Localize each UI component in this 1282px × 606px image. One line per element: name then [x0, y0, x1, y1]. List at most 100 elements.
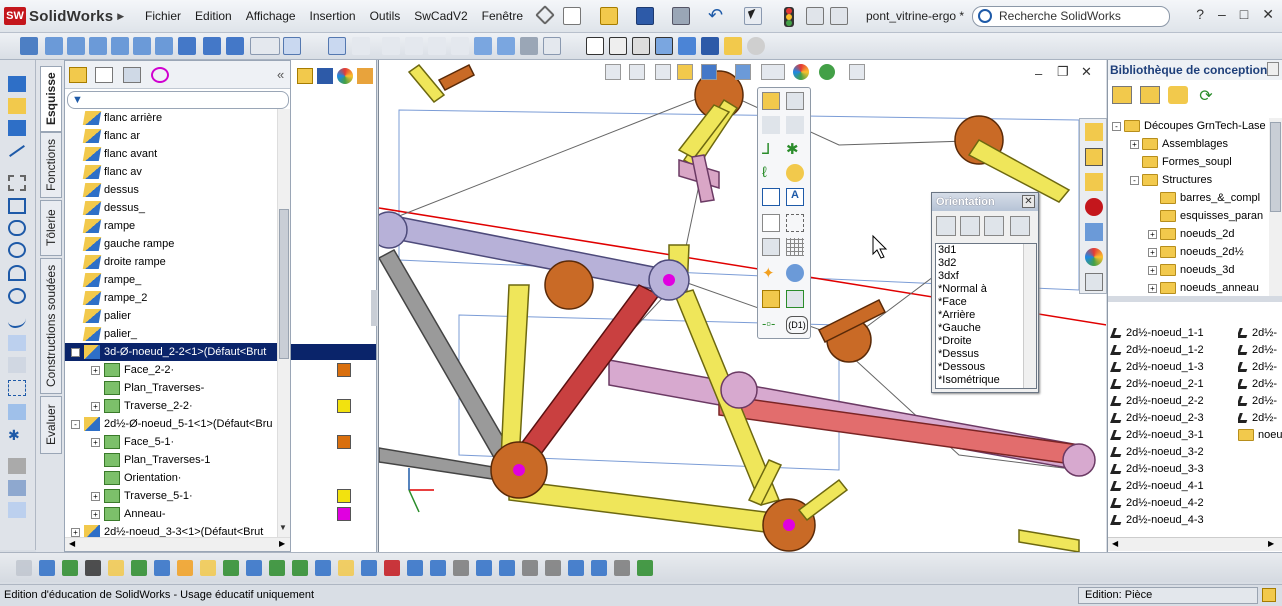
display-style-icon[interactable]	[735, 64, 751, 80]
design-library-tab-icon[interactable]	[1085, 148, 1103, 166]
view-orientation-icon[interactable]	[701, 64, 717, 80]
smart-dimension-icon[interactable]	[762, 92, 780, 110]
menu-edition[interactable]: Edition	[188, 9, 239, 23]
tree-row[interactable]: - 3d-Ø-noeud_2-2<1>(Défaut<Brut	[65, 343, 277, 361]
offset-entities-icon[interactable]	[762, 188, 780, 206]
tree-row[interactable]: + Traverse_2-2·	[65, 397, 277, 415]
expand-icon[interactable]: +	[1130, 139, 1139, 149]
tree-vertical-scrollbar[interactable]: ▼	[277, 109, 290, 537]
tree-horizontal-scrollbar[interactable]: ◀ ▶	[65, 537, 290, 551]
shadows-icon[interactable]	[701, 37, 719, 55]
library-part-item[interactable]: 2d½-	[1238, 392, 1282, 409]
vertical-dimension-icon[interactable]	[786, 92, 804, 110]
sketch-fillet-icon[interactable]	[762, 214, 780, 232]
filter-toggle-icon[interactable]	[16, 560, 32, 576]
refresh-icon[interactable]: ⟳	[1196, 86, 1216, 105]
maximize-button[interactable]: □	[1240, 6, 1248, 23]
help-status-icon[interactable]	[1262, 588, 1276, 602]
library-part-item[interactable]: 2d½-noeud_1-1	[1110, 324, 1204, 341]
hide-show-items-icon[interactable]	[761, 64, 785, 80]
ellipse-icon[interactable]	[8, 335, 26, 351]
reset-views-icon[interactable]	[1010, 216, 1030, 236]
library-part-item[interactable]: 2d½-noeud_3-3	[1110, 460, 1204, 477]
color-swatch-orange[interactable]	[337, 363, 351, 377]
tree-row[interactable]: +2d½-noeud_3-3<1>(Défaut<Brut	[65, 523, 277, 537]
color-swatch-magenta[interactable]	[337, 507, 351, 521]
viewport-close-button[interactable]: ✕	[1081, 64, 1092, 80]
point-icon[interactable]: ✱	[786, 140, 804, 158]
normal-to-icon[interactable]	[20, 37, 38, 55]
text-icon[interactable]	[8, 404, 26, 420]
pan-icon[interactable]	[497, 37, 515, 55]
expand-icon[interactable]: +	[91, 437, 100, 447]
scroll-right-icon[interactable]: ▶	[1268, 539, 1274, 548]
select-pointer-icon[interactable]	[744, 7, 762, 25]
expand-icon[interactable]: +	[91, 365, 100, 375]
tree-row[interactable]: rampe_2	[65, 289, 277, 307]
orientation-view-item[interactable]: 3d1	[938, 244, 1036, 257]
tab-evaluer[interactable]: Evaluer	[40, 396, 62, 454]
centerline-icon[interactable]	[786, 116, 804, 134]
dimetric-view-icon[interactable]	[226, 37, 244, 55]
construction-geometry-icon[interactable]	[786, 214, 804, 232]
edit-appearance-icon[interactable]	[793, 64, 809, 80]
search-tab-icon[interactable]	[1085, 198, 1103, 216]
part-icon[interactable]	[317, 68, 333, 84]
filter-weld-beads-icon[interactable]	[384, 560, 400, 576]
orientation-view-item[interactable]: 3d2	[938, 257, 1036, 270]
property-manager-tab-icon[interactable]	[95, 67, 113, 83]
appearance-icon[interactable]	[337, 68, 353, 84]
panel-splitter[interactable]	[371, 290, 377, 326]
close-dialog-button[interactable]: ✕	[1022, 195, 1035, 208]
tree-row[interactable]: Plan_Traverses-1	[65, 451, 277, 469]
filter-sketch-points-icon[interactable]	[131, 560, 147, 576]
section-view-icon[interactable]	[724, 37, 742, 55]
filter-vertices-icon[interactable]	[62, 560, 78, 576]
sketch-relations-icon[interactable]	[328, 37, 346, 55]
filter-notes-icon[interactable]	[430, 560, 446, 576]
view-top-icon[interactable]	[133, 37, 151, 55]
smart-dimension-icon[interactable]	[8, 98, 26, 114]
panel-pin-icon[interactable]	[1267, 62, 1279, 76]
library-part-item[interactable]: 2d½-noeud_4-3	[1110, 511, 1204, 528]
select-pointer-icon[interactable]	[85, 560, 101, 576]
shaded-icon[interactable]	[678, 37, 696, 55]
tree-row[interactable]: flanc av	[65, 163, 277, 181]
close-button[interactable]: ✕	[1262, 6, 1274, 23]
section-view-icon[interactable]	[677, 64, 693, 80]
display-pane-icon[interactable]	[357, 68, 373, 84]
tree-row[interactable]: + Anneau-	[65, 505, 277, 523]
orientation-view-item[interactable]: *Arrière	[938, 309, 1036, 322]
update-view-icon[interactable]	[984, 216, 1004, 236]
library-part-item[interactable]: 2d½-noeud_3-2	[1110, 443, 1204, 460]
corner-rectangle-icon[interactable]: ⅃	[762, 140, 780, 158]
sketch-line-icon[interactable]	[8, 120, 26, 136]
circle-icon[interactable]	[8, 242, 26, 258]
zoom-area-icon[interactable]	[405, 37, 423, 55]
filter-surface-finish-icon[interactable]	[499, 560, 515, 576]
collapse-panel-icon[interactable]: «	[277, 67, 284, 82]
expand-icon[interactable]: +	[1148, 265, 1157, 275]
library-part-item[interactable]: 2d½-	[1238, 358, 1282, 375]
roll-view-icon[interactable]	[520, 37, 538, 55]
view-dropdown-icon[interactable]	[543, 37, 561, 55]
view-front-icon[interactable]	[45, 37, 63, 55]
point-icon[interactable]: ✱	[8, 428, 26, 444]
appearances-tab-icon[interactable]	[1085, 248, 1103, 266]
orientation-view-item[interactable]: *Dessous	[938, 361, 1036, 374]
menu-insertion[interactable]: Insertion	[303, 9, 363, 23]
scroll-right-icon[interactable]: ▶	[279, 539, 285, 548]
hidden-lines-removed-icon[interactable]	[632, 37, 650, 55]
add-relation-icon[interactable]	[762, 238, 780, 256]
orientation-list-scrollbar[interactable]	[1023, 244, 1036, 388]
isometric-view-icon[interactable]	[178, 37, 196, 55]
library-part-item[interactable]: 2d½-noeud_1-3	[1110, 358, 1204, 375]
library-tree-scrollbar[interactable]	[1269, 118, 1282, 296]
library-part-item[interactable]: 2d½-noeud_2-3	[1110, 409, 1204, 426]
repair-sketch-icon[interactable]	[786, 290, 804, 308]
tab-esquisse[interactable]: Esquisse	[40, 66, 62, 132]
tree-row[interactable]: + Face_5-1·	[65, 433, 277, 451]
expand-icon[interactable]: +	[91, 401, 100, 411]
library-part-item[interactable]: 2d½-	[1238, 341, 1282, 358]
library-horizontal-scrollbar[interactable]: ◀ ▶	[1108, 537, 1282, 551]
